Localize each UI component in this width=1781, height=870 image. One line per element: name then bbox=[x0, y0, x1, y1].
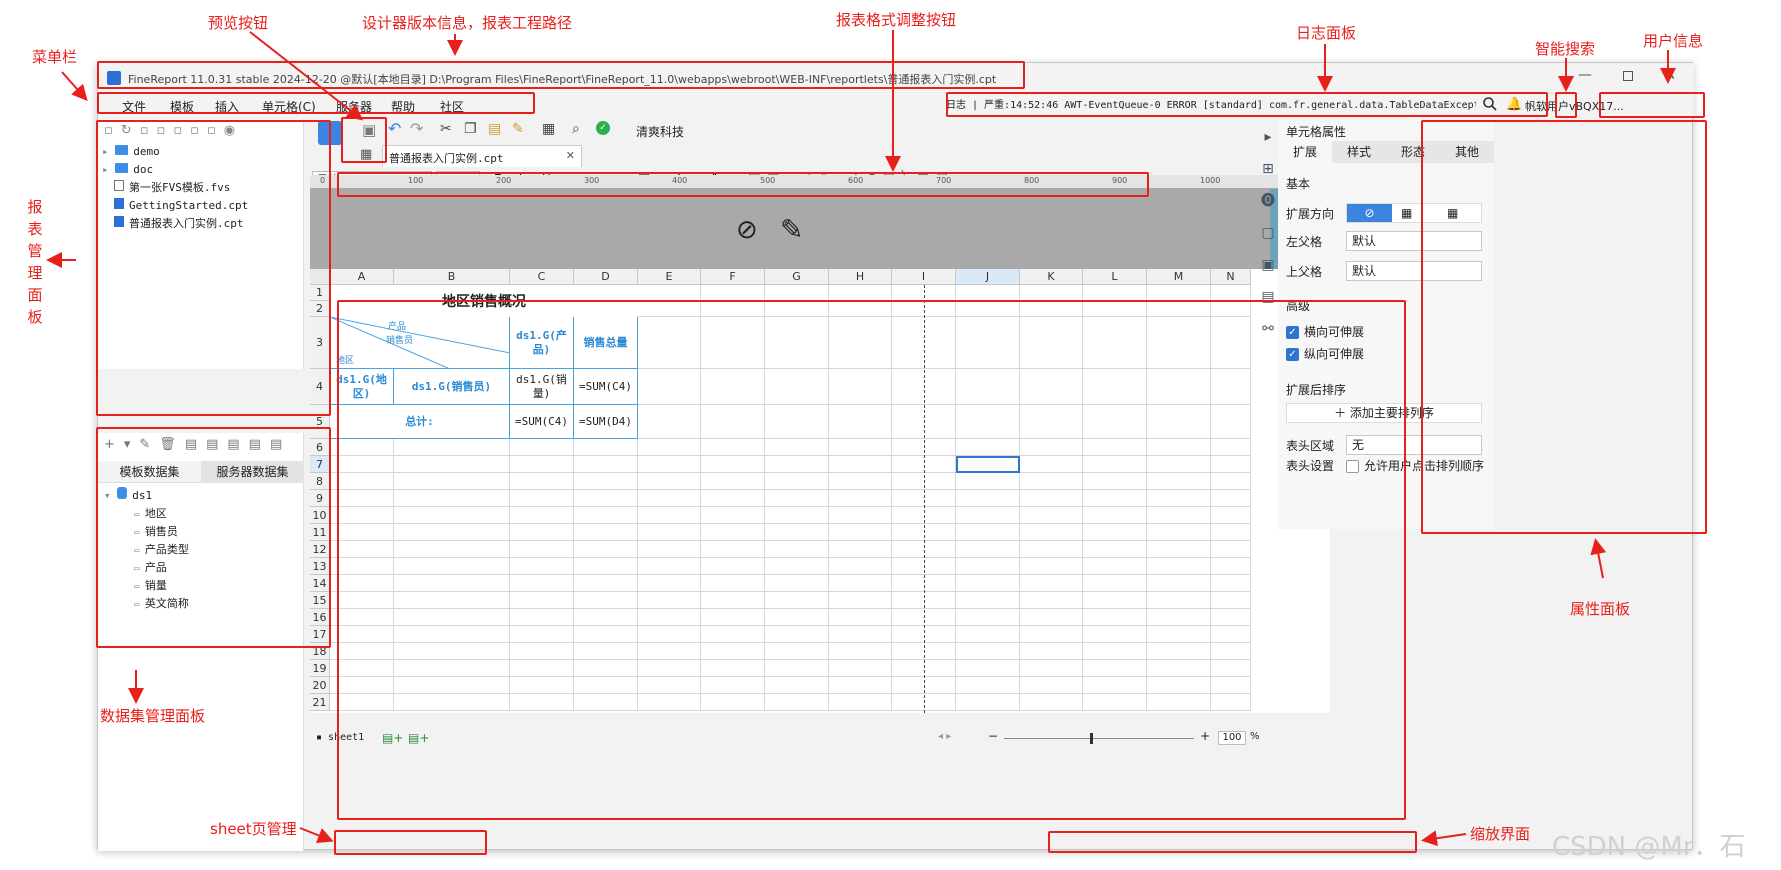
annotation-arrows bbox=[46, 30, 1676, 847]
